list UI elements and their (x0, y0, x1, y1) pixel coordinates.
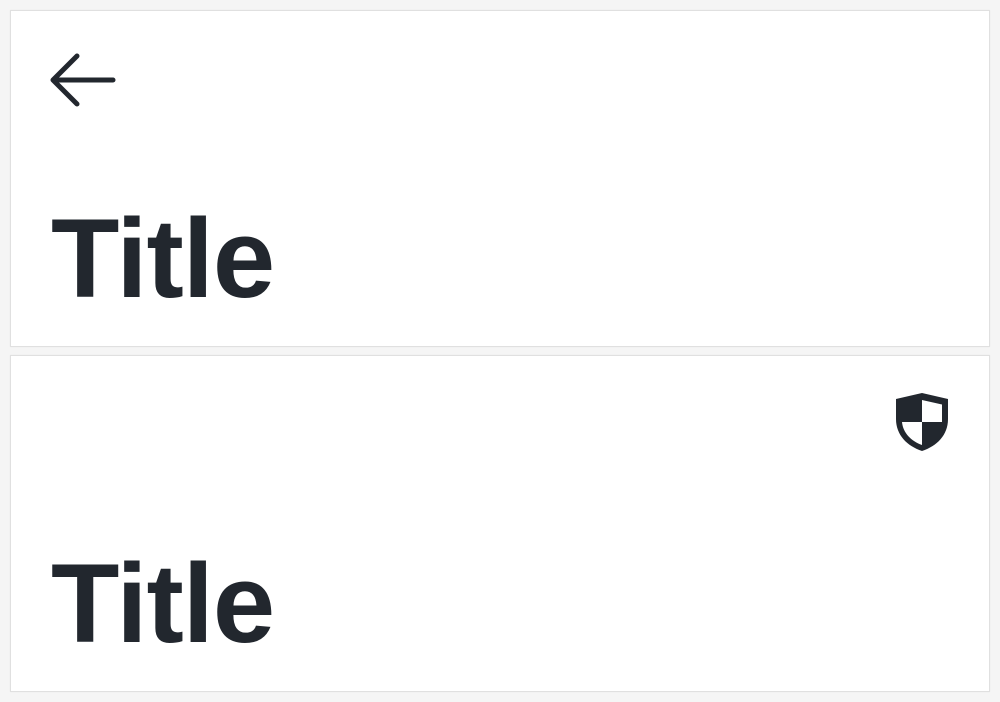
app-bar-with-action: Title (10, 355, 990, 692)
page-title: Title (51, 196, 275, 321)
back-button[interactable] (41, 46, 127, 118)
shield-icon (893, 391, 951, 458)
app-bar-with-back: Title (10, 10, 990, 347)
arrow-left-icon (49, 52, 119, 113)
shield-button[interactable] (887, 388, 957, 460)
page-title: Title (51, 541, 275, 666)
